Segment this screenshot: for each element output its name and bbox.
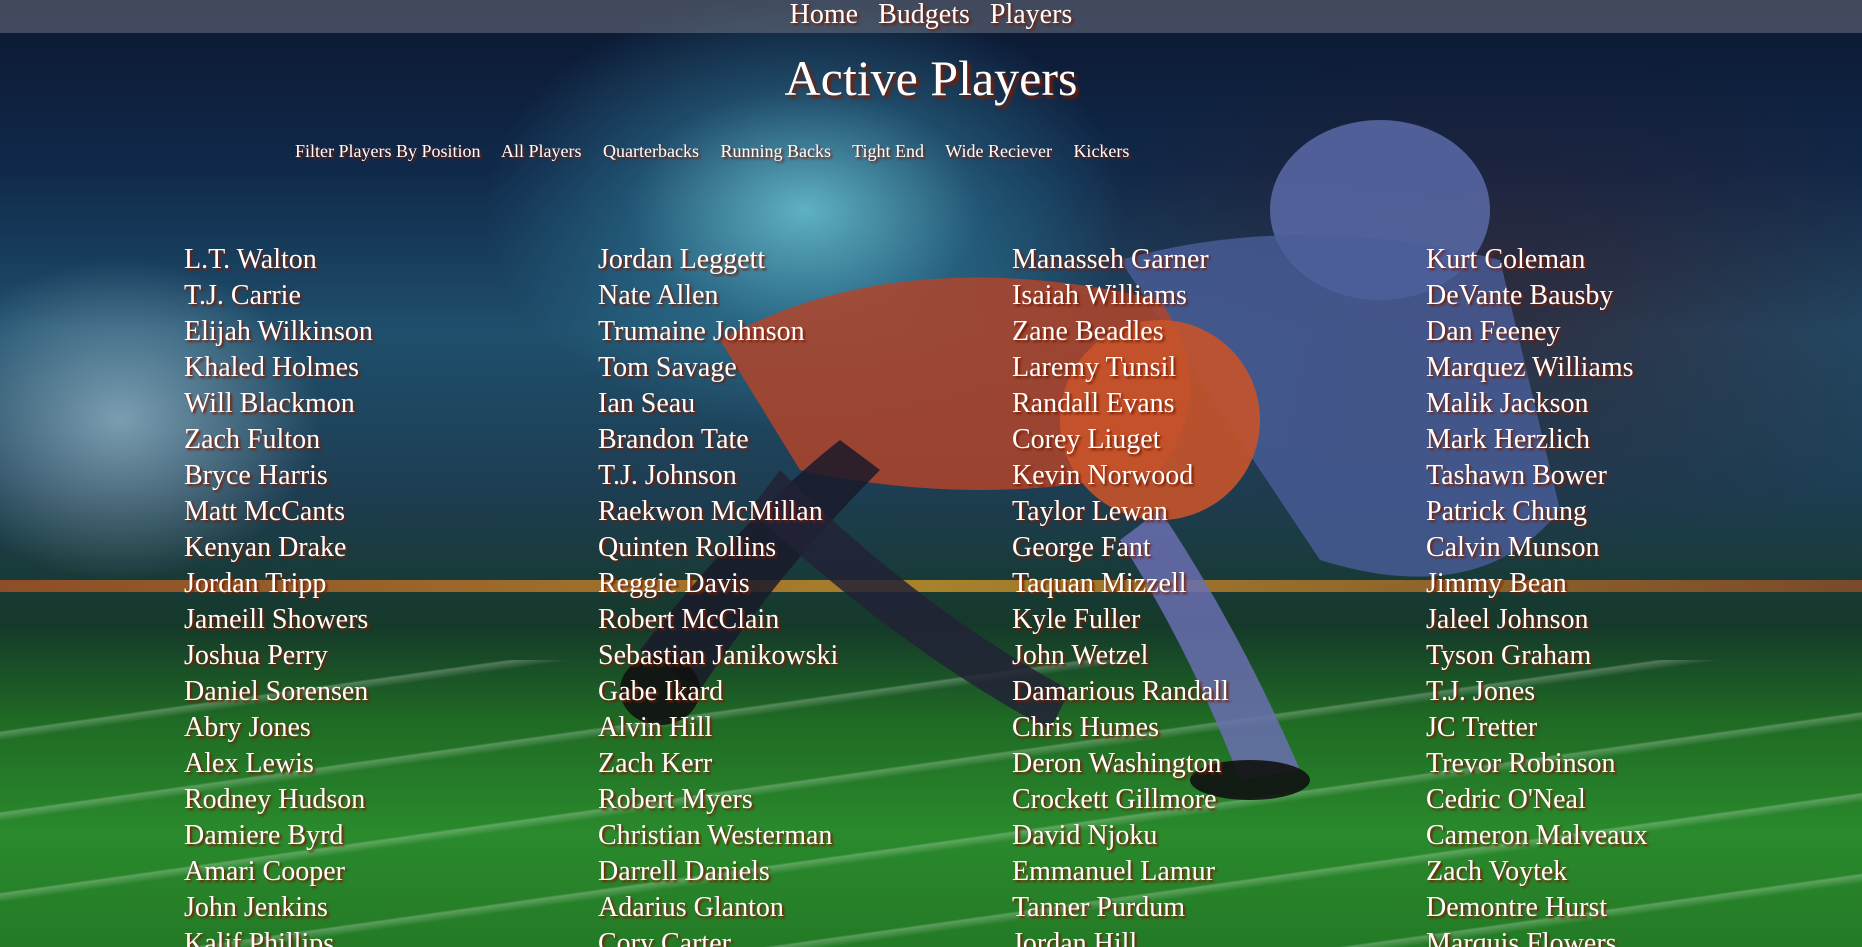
player-column-3: Manasseh Garner Isaiah Williams Zane Beadl… (1012, 242, 1229, 947)
player-name: John Jenkins (184, 892, 328, 923)
player-name: Adarius Glanton (598, 892, 784, 923)
player-name: Jordan Leggett (598, 244, 766, 275)
player-name: Cedric O'Neal (1426, 784, 1586, 815)
player-name: Crockett Gillmore (1012, 784, 1217, 815)
player-name: Chris Humes (1012, 712, 1159, 743)
filter-running-backs[interactable]: Running Backs (720, 141, 831, 161)
filter-all-players[interactable]: All Players (501, 141, 582, 161)
player-name: Tanner Purdum (1012, 892, 1186, 923)
player-column-4: Kurt Coleman DeVante Bausby Dan Feeney Marq… (1426, 242, 1648, 947)
player-name: Bryce Harris (184, 460, 328, 491)
player-name: JC Tretter (1426, 712, 1538, 743)
player-name: Jordan Tripp (184, 568, 327, 599)
player-name: Jameill Showers (184, 604, 369, 635)
player-name: Zach Voytek (1426, 856, 1568, 887)
filter-quarterbacks[interactable]: Quarterbacks (603, 141, 699, 161)
position-filter-bar: Filter Players By Position All Players Q… (295, 140, 1146, 162)
filter-wide-receiver[interactable]: Wide Reciever (945, 141, 1052, 161)
player-name: Deron Washington (1012, 748, 1222, 779)
player-name: Robert Myers (598, 784, 753, 815)
player-name: Laremy Tunsil (1012, 352, 1177, 383)
player-name: Ian Seau (598, 388, 696, 419)
player-name: John Wetzel (1012, 640, 1149, 671)
player-name: Jimmy Bean (1426, 568, 1567, 599)
player-name: Tyson Graham (1426, 640, 1592, 671)
player-name: Abry Jones (184, 712, 311, 743)
player-name: DeVante Bausby (1426, 280, 1614, 311)
player-name: T.J. Johnson (598, 460, 737, 491)
player-name: Kyle Fuller (1012, 604, 1141, 635)
player-name: Mark Herzlich (1426, 424, 1591, 455)
player-name: L.T. Walton (184, 244, 317, 275)
player-name: Trumaine Johnson (598, 316, 805, 347)
player-name: Joshua Perry (184, 640, 328, 671)
player-name: Marquis Flowers (1426, 928, 1617, 947)
player-name: Randall Evans (1012, 388, 1175, 419)
player-name: Calvin Munson (1426, 532, 1600, 563)
top-nav-bar: Home Budgets Players (0, 0, 1862, 33)
player-name: Christian Westerman (598, 820, 833, 851)
player-name: Matt McCants (184, 496, 345, 527)
player-name: Amari Cooper (184, 856, 345, 887)
player-name: Kenyan Drake (184, 532, 347, 563)
player-name: Patrick Chung (1426, 496, 1587, 527)
player-name: Dan Feeney (1426, 316, 1561, 347)
player-name: Nate Allen (598, 280, 719, 311)
player-column-1: L.T. Walton T.J. Carrie Elijah Wilkinson Kh… (184, 242, 373, 947)
player-name: Cory Carter (598, 928, 731, 947)
player-name: Damarious Randall (1012, 676, 1229, 707)
player-name: Corey Liuget (1012, 424, 1161, 455)
nav-players-link[interactable]: Players (990, 0, 1072, 30)
player-name: T.J. Jones (1426, 676, 1536, 707)
player-name: Damiere Byrd (184, 820, 344, 851)
filter-tight-end[interactable]: Tight End (852, 141, 924, 161)
player-name: Tashawn Bower (1426, 460, 1607, 491)
nav-budgets-link[interactable]: Budgets (878, 0, 970, 30)
player-name: Reggie Davis (598, 568, 750, 599)
player-name: Isaiah Williams (1012, 280, 1187, 311)
player-list: L.T. Walton T.J. Carrie Elijah Wilkinson Kh… (184, 242, 1844, 947)
player-name: Quinten Rollins (598, 532, 777, 563)
player-name: Sebastian Janikowski (598, 640, 839, 671)
player-name: Gabe Ikard (598, 676, 724, 707)
player-name: Elijah Wilkinson (184, 316, 373, 347)
player-name: Kevin Norwood (1012, 460, 1194, 491)
player-name: Raekwon McMillan (598, 496, 823, 527)
player-name: Jordan Hill (1012, 928, 1138, 947)
player-name: Trevor Robinson (1426, 748, 1616, 779)
player-name: George Fant (1012, 532, 1151, 563)
filter-kickers[interactable]: Kickers (1073, 141, 1129, 161)
player-name: Kalif Phillips (184, 928, 335, 947)
player-name: Khaled Holmes (184, 352, 359, 383)
player-name: David Njoku (1012, 820, 1158, 851)
player-name: Marquez Williams (1426, 352, 1634, 383)
player-name: Daniel Sorensen (184, 676, 369, 707)
player-name: Alex Lewis (184, 748, 314, 779)
player-name: Kurt Coleman (1426, 244, 1586, 275)
player-name: Emmanuel Lamur (1012, 856, 1215, 887)
player-name: Zach Kerr (598, 748, 713, 779)
player-name: Taquan Mizzell (1012, 568, 1187, 599)
player-name: Demontre Hurst (1426, 892, 1608, 923)
page-title: Active Players (784, 50, 1078, 106)
player-name: Cameron Malveaux (1426, 820, 1648, 851)
player-name: Tom Savage (598, 352, 737, 383)
player-name: Darrell Daniels (598, 856, 770, 887)
player-name: Zach Fulton (184, 424, 321, 455)
player-name: Malik Jackson (1426, 388, 1589, 419)
nav-home-link[interactable]: Home (790, 0, 858, 30)
player-name: Zane Beadles (1012, 316, 1164, 347)
player-name: Rodney Hudson (184, 784, 366, 815)
player-name: Alvin Hill (598, 712, 713, 743)
player-name: Brandon Tate (598, 424, 749, 455)
player-name: Taylor Lewan (1012, 496, 1168, 527)
filter-label: Filter Players By Position (295, 141, 481, 161)
player-name: Will Blackmon (184, 388, 355, 419)
player-name: Manasseh Garner (1012, 244, 1209, 275)
player-name: Jaleel Johnson (1426, 604, 1589, 635)
player-column-2: Jordan Leggett Nate Allen Trumaine Johnson… (598, 242, 838, 947)
player-name: Robert McClain (598, 604, 780, 635)
player-name: T.J. Carrie (184, 280, 301, 311)
